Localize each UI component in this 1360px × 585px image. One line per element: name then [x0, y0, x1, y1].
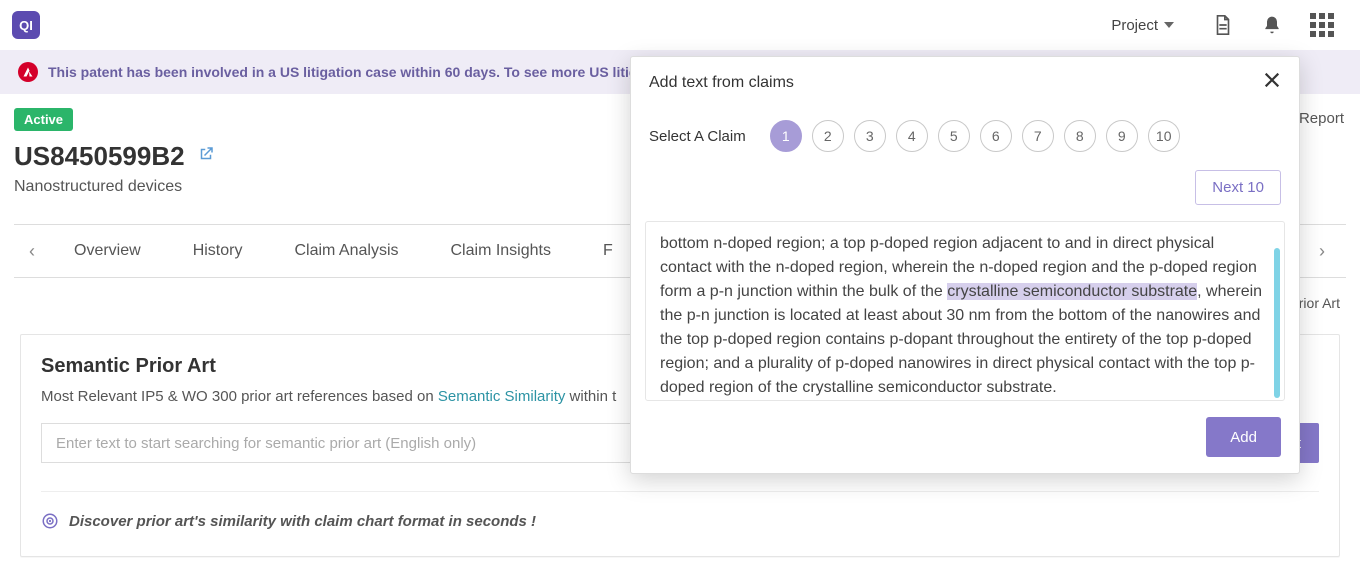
claim-pill-5[interactable]: 5 — [938, 120, 970, 152]
app-logo[interactable]: QI — [12, 11, 40, 39]
claim-pill-1[interactable]: 1 — [770, 120, 802, 152]
claim-pill-9[interactable]: 9 — [1106, 120, 1138, 152]
claim-pill-7[interactable]: 7 — [1022, 120, 1054, 152]
claim-pill-3[interactable]: 3 — [854, 120, 886, 152]
scrollbar-thumb[interactable] — [1274, 248, 1280, 398]
semantic-similarity-link[interactable]: Semantic Similarity — [438, 388, 566, 405]
status-badge: Active — [14, 108, 73, 131]
modal-title: Add text from claims — [649, 74, 794, 92]
discover-row: Discover prior art's similarity with cla… — [41, 491, 1319, 530]
tab-claim-insights[interactable]: Claim Insights — [427, 224, 575, 278]
claim-text-box[interactable]: bottom n-doped region; a top p-doped reg… — [645, 221, 1285, 401]
add-button[interactable]: Add — [1206, 417, 1281, 457]
patent-number: US8450599B2 — [14, 141, 185, 172]
topbar: QI Project — [0, 0, 1360, 50]
target-icon — [41, 512, 59, 530]
claim-pill-2[interactable]: 2 — [812, 120, 844, 152]
tab-claim-analysis[interactable]: Claim Analysis — [270, 224, 422, 278]
tab-history[interactable]: History — [169, 224, 267, 278]
report-link[interactable]: Report — [1299, 110, 1344, 127]
tabs-scroll-right[interactable]: › — [1304, 241, 1340, 262]
litigation-banner-text: This patent has been involved in a US li… — [48, 64, 645, 80]
alert-icon — [18, 62, 38, 82]
claim-number-list: 1 2 3 4 5 6 7 8 9 10 — [770, 120, 1180, 152]
project-dropdown-label: Project — [1111, 17, 1158, 34]
close-icon[interactable] — [1263, 71, 1281, 94]
tab-truncated[interactable]: F — [579, 224, 637, 278]
claim-pill-8[interactable]: 8 — [1064, 120, 1096, 152]
apps-icon[interactable] — [1310, 13, 1334, 37]
chevron-down-icon — [1164, 20, 1174, 30]
claim-pill-6[interactable]: 6 — [980, 120, 1012, 152]
notifications-icon[interactable] — [1262, 14, 1282, 36]
add-text-from-claims-modal: Add text from claims Select A Claim 1 2 … — [630, 56, 1300, 474]
external-link-icon[interactable] — [197, 145, 215, 168]
document-icon[interactable] — [1212, 14, 1234, 36]
select-claim-label: Select A Claim — [649, 128, 746, 145]
project-dropdown[interactable]: Project — [1111, 17, 1174, 34]
claim-pill-10[interactable]: 10 — [1148, 120, 1180, 152]
claim-pill-4[interactable]: 4 — [896, 120, 928, 152]
tabs-scroll-left[interactable]: ‹ — [14, 241, 50, 262]
claim-text: bottom n-doped region; a top p-doped reg… — [660, 232, 1266, 400]
tab-overview[interactable]: Overview — [50, 224, 165, 278]
next-10-button[interactable]: Next 10 — [1195, 170, 1281, 205]
claim-text-highlight: crystalline semiconductor substrate — [947, 283, 1197, 300]
discover-text: Discover prior art's similarity with cla… — [69, 513, 536, 530]
